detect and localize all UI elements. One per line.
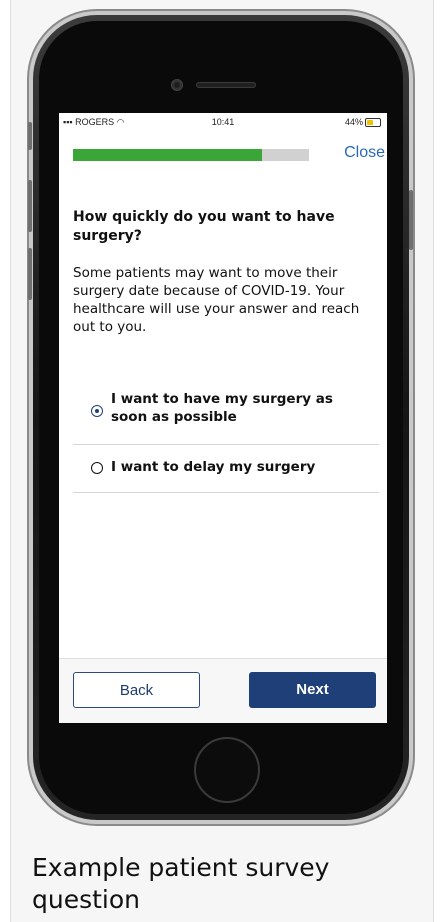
option-label: I want to delay my surgery [111, 459, 316, 475]
battery-status: 44% [344, 117, 381, 128]
battery-percent: 44% [344, 117, 363, 127]
battery-icon [365, 118, 381, 128]
progress-bar [73, 149, 309, 161]
question-description: Some patients may want to move their sur… [73, 265, 360, 335]
close-button[interactable]: Close [344, 144, 385, 162]
status-time: 10:41 [211, 117, 235, 127]
earpiece-speaker [196, 82, 256, 88]
question-title: How quickly do you want to have surgery? [73, 209, 335, 244]
home-button[interactable] [194, 737, 260, 803]
radio-unselected-icon[interactable] [91, 462, 103, 474]
status-bar: ▪▪▪ ROGERS ◠ 10:41 44% [59, 113, 387, 133]
phone-screen: ▪▪▪ ROGERS ◠ 10:41 44% Close How quickly… [59, 113, 387, 723]
footer-bar: Back Next [59, 658, 387, 723]
radio-selected-icon[interactable] [91, 405, 103, 417]
back-button[interactable]: Back [73, 672, 200, 708]
mute-switch [28, 122, 32, 150]
volume-down-button [28, 248, 32, 300]
progress-header: Close [59, 141, 387, 167]
progress-bar-fill [73, 149, 262, 161]
option-surgery-asap[interactable]: I want to have my surgery as soon as pos… [73, 381, 379, 445]
front-camera [172, 80, 182, 90]
figure-caption: Example patient survey question [32, 853, 330, 914]
next-button[interactable]: Next [249, 672, 376, 708]
power-button [409, 190, 413, 250]
option-label: I want to have my surgery as soon as pos… [111, 391, 333, 425]
option-delay-surgery[interactable]: I want to delay my surgery [73, 445, 379, 493]
volume-up-button [28, 180, 32, 232]
